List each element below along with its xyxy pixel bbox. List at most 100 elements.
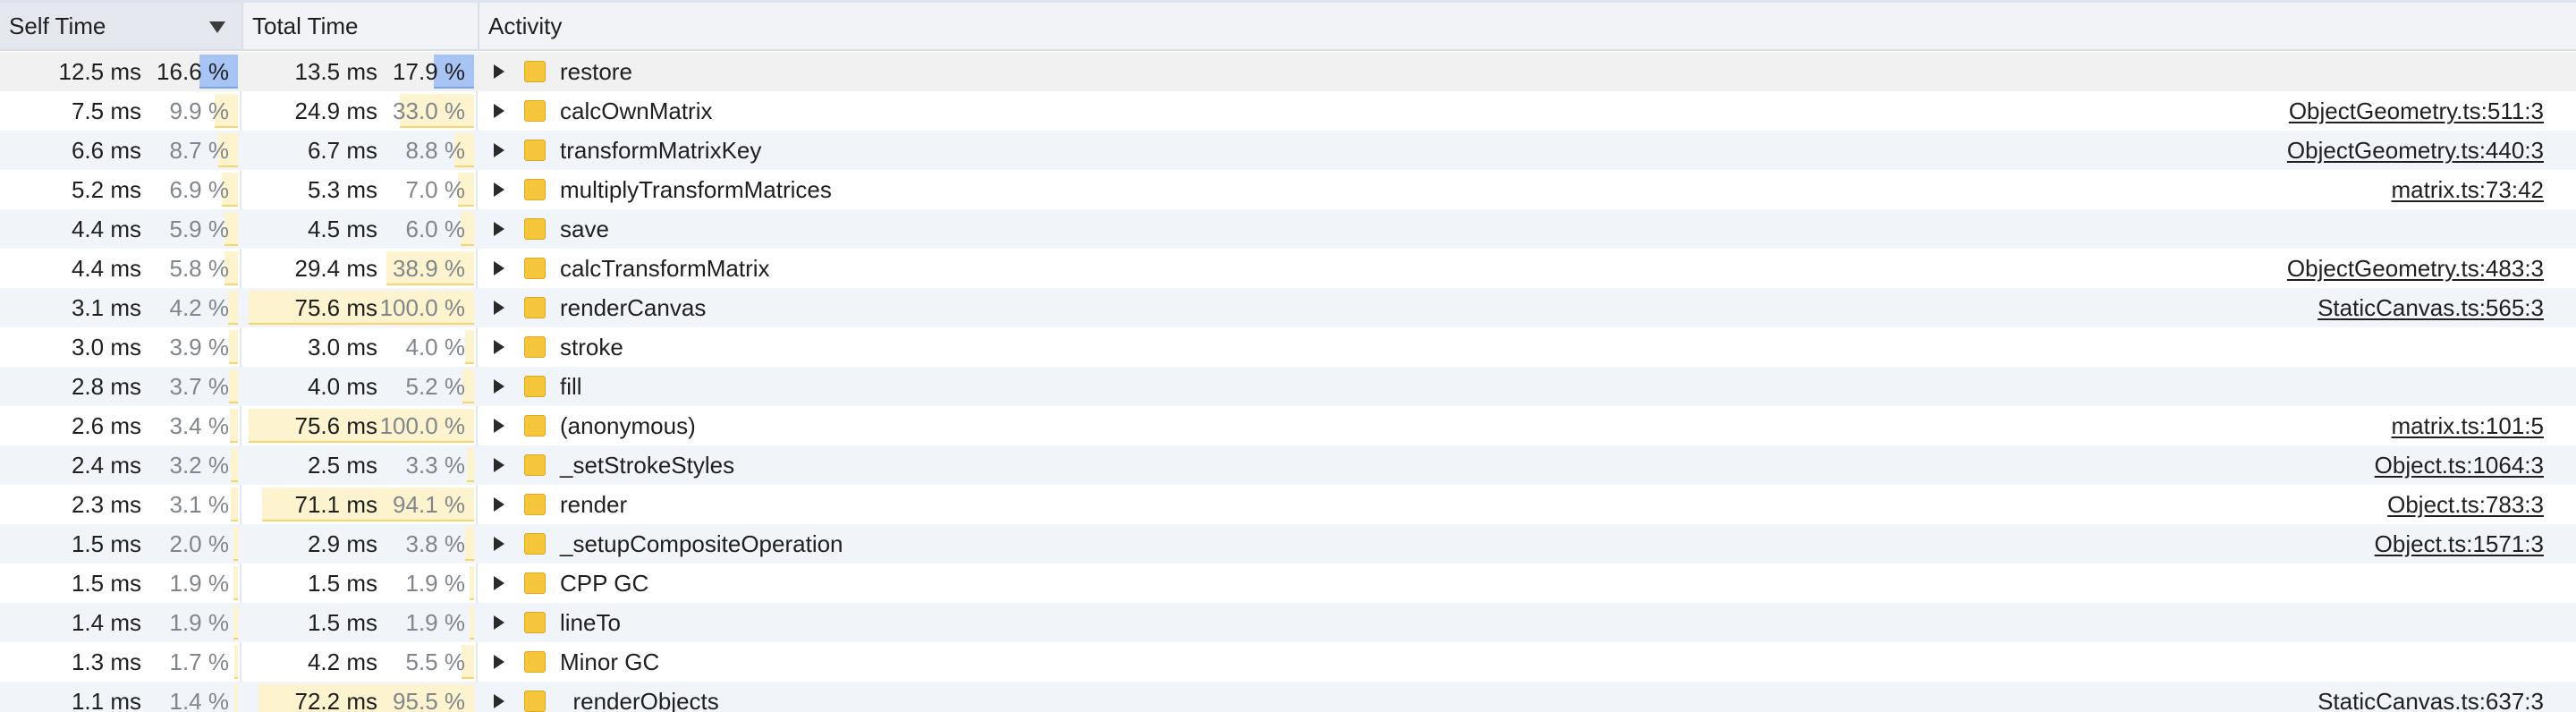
total-time-column-header[interactable]: Total Time xyxy=(242,3,478,49)
folder-icon xyxy=(524,415,546,437)
expand-triangle-icon[interactable] xyxy=(494,261,504,275)
source-link[interactable]: Object.ts:1571:3 xyxy=(2375,524,2544,564)
table-row[interactable]: 2.6 ms 3.4 % 75.6 ms 100.0 % (anonymous)… xyxy=(0,406,2576,445)
self-time-ms: 2.6 ms xyxy=(71,412,141,439)
activity-cell: _setStrokeStyles Object.ts:1064:3 xyxy=(478,445,2576,485)
expand-triangle-icon[interactable] xyxy=(494,694,504,708)
table-row[interactable]: 5.2 ms 6.9 % 5.3 ms 7.0 % multiplyTransf… xyxy=(0,170,2576,209)
table-row[interactable]: 1.3 ms 1.7 % 4.2 ms 5.5 % Minor GC xyxy=(0,642,2576,682)
table-row[interactable]: 3.0 ms 3.9 % 3.0 ms 4.0 % stroke xyxy=(0,327,2576,367)
self-time-percent: 16.6 % xyxy=(157,58,229,85)
folder-icon xyxy=(524,691,546,712)
source-link[interactable]: Object.ts:783:3 xyxy=(2387,485,2544,524)
folder-icon xyxy=(524,218,546,240)
expand-triangle-icon[interactable] xyxy=(494,143,504,157)
self-time-ms: 4.4 ms xyxy=(71,255,141,282)
expand-triangle-icon[interactable] xyxy=(494,655,504,669)
table-row[interactable]: 4.4 ms 5.8 % 29.4 ms 38.9 % calcTransfor… xyxy=(0,249,2576,288)
activity-cell: transformMatrixKey ObjectGeometry.ts:440… xyxy=(478,131,2576,170)
activity-column-header[interactable]: Activity xyxy=(478,3,2576,49)
activity-cell: Minor GC xyxy=(478,642,2576,682)
self-time-percent: 3.2 % xyxy=(169,452,230,479)
total-time-cell: 2.9 ms 3.8 % xyxy=(249,524,474,564)
table-row[interactable]: 7.5 ms 9.9 % 24.9 ms 33.0 % calcOwnMatri… xyxy=(0,91,2576,131)
activity-name: render xyxy=(560,491,628,518)
self-time-cell: 1.4 ms 1.9 % xyxy=(7,603,238,642)
total-time-cell: 4.2 ms 5.5 % xyxy=(249,642,474,682)
table-row[interactable]: 1.5 ms 1.9 % 1.5 ms 1.9 % CPP GC xyxy=(0,564,2576,603)
activity-name: _renderObjects xyxy=(560,688,719,712)
folder-icon xyxy=(524,258,546,279)
table-row[interactable]: 12.5 ms 16.6 % 13.5 ms 17.9 % restore xyxy=(0,52,2576,91)
total-time-cell: 13.5 ms 17.9 % xyxy=(249,52,474,91)
total-time-cell: 3.0 ms 4.0 % xyxy=(249,327,474,367)
table-row[interactable]: 2.3 ms 3.1 % 71.1 ms 94.1 % render Objec… xyxy=(0,485,2576,524)
activity-cell: calcOwnMatrix ObjectGeometry.ts:511:3 xyxy=(478,91,2576,131)
expand-triangle-icon[interactable] xyxy=(494,182,504,197)
expand-triangle-icon[interactable] xyxy=(494,576,504,590)
source-link[interactable]: ObjectGeometry.ts:483:3 xyxy=(2287,249,2544,288)
total-time-percent: 1.9 % xyxy=(405,570,466,597)
self-time-cell: 2.4 ms 3.2 % xyxy=(7,445,238,485)
self-time-cell: 1.3 ms 1.7 % xyxy=(7,642,238,682)
expand-triangle-icon[interactable] xyxy=(494,615,504,630)
folder-icon xyxy=(524,572,546,594)
source-link[interactable]: matrix.ts:73:42 xyxy=(2391,170,2544,209)
source-link[interactable]: ObjectGeometry.ts:511:3 xyxy=(2289,91,2544,131)
activity-cell: restore xyxy=(478,52,2576,91)
table-row[interactable]: 1.5 ms 2.0 % 2.9 ms 3.8 % _setupComposit… xyxy=(0,524,2576,564)
table-row[interactable]: 1.1 ms 1.4 % 72.2 ms 95.5 % _renderObjec… xyxy=(0,682,2576,712)
folder-icon xyxy=(524,376,546,397)
source-link[interactable]: matrix.ts:101:5 xyxy=(2391,406,2544,445)
expand-triangle-icon[interactable] xyxy=(494,64,504,79)
self-time-bar xyxy=(228,291,238,325)
table-row[interactable]: 2.4 ms 3.2 % 2.5 ms 3.3 % _setStrokeStyl… xyxy=(0,445,2576,485)
expand-triangle-icon[interactable] xyxy=(494,419,504,433)
table-row[interactable]: 6.6 ms 8.7 % 6.7 ms 8.8 % transformMatri… xyxy=(0,131,2576,170)
self-time-ms: 3.1 ms xyxy=(71,294,141,321)
total-time-ms: 72.2 ms xyxy=(294,688,378,712)
self-time-cell: 4.4 ms 5.8 % xyxy=(7,249,238,288)
self-time-percent: 8.7 % xyxy=(169,137,230,164)
total-time-cell: 1.5 ms 1.9 % xyxy=(249,603,474,642)
table-row[interactable]: 4.4 ms 5.9 % 4.5 ms 6.0 % save xyxy=(0,209,2576,249)
source-link[interactable]: StaticCanvas.ts:565:3 xyxy=(2318,288,2544,327)
total-time-cell: 4.0 ms 5.2 % xyxy=(249,367,474,406)
activity-cell: stroke xyxy=(478,327,2576,367)
self-time-percent: 3.4 % xyxy=(169,412,230,439)
expand-triangle-icon[interactable] xyxy=(494,458,504,472)
expand-triangle-icon[interactable] xyxy=(494,340,504,354)
self-time-percent: 3.1 % xyxy=(169,491,230,518)
table-row[interactable]: 1.4 ms 1.9 % 1.5 ms 1.9 % lineTo xyxy=(0,603,2576,642)
self-time-ms: 4.4 ms xyxy=(71,216,141,242)
self-time-percent: 9.9 % xyxy=(169,97,230,124)
total-time-ms: 1.5 ms xyxy=(307,570,377,597)
activity-table-body: 12.5 ms 16.6 % 13.5 ms 17.9 % restore 7.… xyxy=(0,52,2576,712)
total-time-ms: 4.0 ms xyxy=(307,373,377,400)
expand-triangle-icon[interactable] xyxy=(494,104,504,118)
self-time-column-header[interactable]: Self Time xyxy=(0,3,242,49)
total-time-ms: 4.5 ms xyxy=(307,216,377,242)
table-row[interactable]: 2.8 ms 3.7 % 4.0 ms 5.2 % fill xyxy=(0,367,2576,406)
self-time-ms: 1.5 ms xyxy=(71,570,141,597)
expand-triangle-icon[interactable] xyxy=(494,222,504,236)
expand-triangle-icon[interactable] xyxy=(494,301,504,315)
table-row[interactable]: 3.1 ms 4.2 % 75.6 ms 100.0 % renderCanva… xyxy=(0,288,2576,327)
source-link[interactable]: Object.ts:1064:3 xyxy=(2375,445,2544,485)
expand-triangle-icon[interactable] xyxy=(494,379,504,394)
total-time-ms: 6.7 ms xyxy=(307,137,377,164)
activity-name: lineTo xyxy=(560,609,621,636)
self-time-percent: 6.9 % xyxy=(169,176,230,203)
source-link[interactable]: ObjectGeometry.ts:440:3 xyxy=(2287,131,2544,170)
total-time-percent: 38.9 % xyxy=(393,255,465,282)
expand-triangle-icon[interactable] xyxy=(494,497,504,512)
total-time-percent: 33.0 % xyxy=(393,97,465,124)
total-time-ms: 75.6 ms xyxy=(294,294,378,321)
total-time-bar xyxy=(470,566,474,600)
self-time-cell: 2.3 ms 3.1 % xyxy=(7,485,238,524)
expand-triangle-icon[interactable] xyxy=(494,537,504,551)
activity-name: _setStrokeStyles xyxy=(560,452,735,479)
source-link[interactable]: StaticCanvas.ts:637:3 xyxy=(2318,682,2544,712)
total-time-percent: 6.0 % xyxy=(405,216,466,242)
self-time-percent: 1.4 % xyxy=(169,688,230,712)
